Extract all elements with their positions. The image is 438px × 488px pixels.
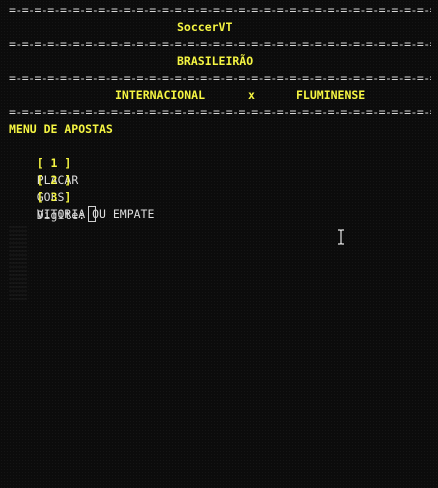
- versus-label: x: [248, 88, 255, 102]
- match-row: INTERNACIONAL x FLUMINENSE: [9, 87, 431, 104]
- terminal-window: =-=-=-=-=-=-=-=-=-=-=-=-=-=-=-=-=-=-=-=-…: [9, 2, 431, 222]
- home-team: INTERNACIONAL: [115, 88, 206, 102]
- menu-option-placar: [ 1 ] PLACAR: [9, 138, 431, 187]
- away-team: FLUMINENSE: [296, 88, 366, 102]
- option-key: [ 1 ]: [36, 156, 72, 170]
- input-prompt-row[interactable]: Digite:: [9, 189, 431, 222]
- terminal-artifact: [9, 226, 27, 300]
- separator-line: =-=-=-=-=-=-=-=-=-=-=-=-=-=-=-=-=-=-=-=-…: [9, 105, 431, 119]
- menu-option-gols: [ 2 ] GOLS: [9, 155, 431, 204]
- input-prompt-label: Digite:: [36, 208, 86, 222]
- option-key: [ 2 ]: [36, 173, 72, 187]
- app-title-row: SoccerVT: [9, 19, 431, 36]
- separator-line: =-=-=-=-=-=-=-=-=-=-=-=-=-=-=-=-=-=-=-=-…: [9, 71, 431, 85]
- separator-line: =-=-=-=-=-=-=-=-=-=-=-=-=-=-=-=-=-=-=-=-…: [9, 37, 431, 51]
- block-caret-icon[interactable]: [88, 206, 97, 222]
- league-row: BRASILEIRÃO: [9, 53, 431, 70]
- menu-title: MENU DE APOSTAS: [9, 122, 113, 136]
- i-beam-cursor-icon: [336, 229, 346, 245]
- app-title: SoccerVT: [177, 20, 233, 34]
- option-key: [ 3 ]: [36, 190, 72, 204]
- league-title: BRASILEIRÃO: [177, 54, 254, 68]
- separator-line: =-=-=-=-=-=-=-=-=-=-=-=-=-=-=-=-=-=-=-=-…: [9, 3, 431, 17]
